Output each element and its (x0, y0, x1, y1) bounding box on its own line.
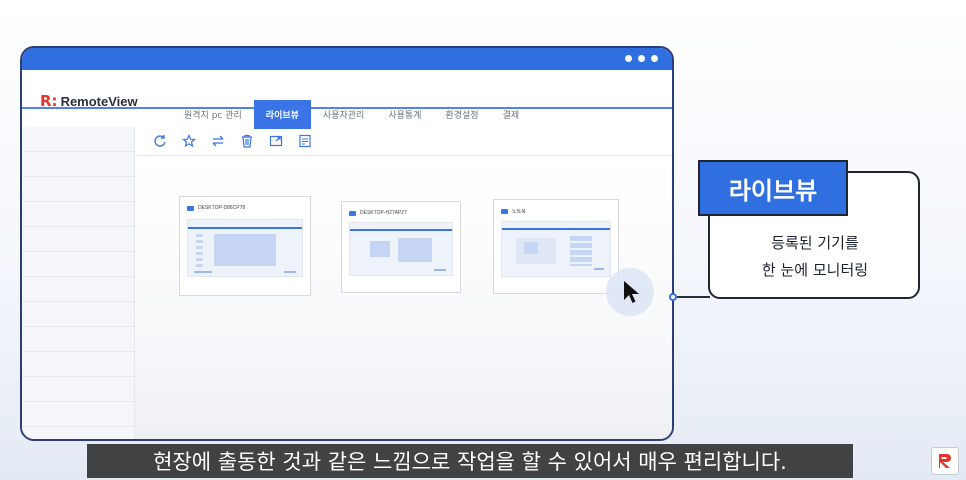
dot-icon (651, 55, 658, 62)
device-name: DESKTOP-D86CP78 (198, 205, 246, 211)
star-icon[interactable] (181, 134, 196, 149)
channel-logo-icon (931, 447, 959, 475)
sidebar-row[interactable] (22, 252, 134, 277)
sidebar-row[interactable] (22, 152, 134, 177)
callout-line-1: 등록된 기기를 (771, 234, 859, 252)
callout-line-2: 한 눈에 모니터링 (761, 261, 869, 279)
liveview-grid: DESKTOP-D86CP78 DESKTOP-H27AP27 노트북 (135, 156, 672, 439)
logo-text: RemoteView (60, 93, 138, 109)
device-card[interactable]: DESKTOP-H27AP27 (341, 201, 461, 293)
main-tabs: 원격지 pc 관리 라이브뷰 사용자관리 사용통계 환경설정 결제 (172, 100, 531, 129)
tab-usage-stats[interactable]: 사용통계 (376, 100, 433, 129)
sidebar-row[interactable] (22, 352, 134, 377)
delete-icon[interactable] (239, 134, 254, 149)
device-screen-preview[interactable] (501, 221, 611, 277)
sidebar-row[interactable] (22, 227, 134, 252)
liveview-toolbar (134, 127, 672, 156)
sidebar-row[interactable] (22, 402, 134, 427)
device-name: 노트북 (512, 208, 526, 215)
callout-title: 라이브뷰 (698, 160, 848, 216)
dot-icon (625, 55, 632, 62)
sidebar-row[interactable] (22, 327, 134, 352)
tab-remote-pc[interactable]: 원격지 pc 관리 (172, 100, 254, 129)
monitor-icon (501, 208, 508, 214)
sidebar-row[interactable] (22, 277, 134, 302)
refresh-icon[interactable] (152, 134, 167, 149)
sidebar-row[interactable] (22, 377, 134, 402)
window-menu-dots[interactable] (625, 55, 658, 62)
tab-settings[interactable]: 환경설정 (433, 100, 490, 129)
app-body: DESKTOP-D86CP78 DESKTOP-H27AP27 노트북 (22, 127, 672, 439)
callout-description: 등록된 기기를 한 눈에 모니터링 (712, 230, 918, 284)
sidebar-row[interactable] (22, 202, 134, 227)
device-card[interactable]: DESKTOP-D86CP78 (179, 196, 311, 296)
expand-icon[interactable] (268, 134, 283, 149)
app-header: R: RemoteView 원격지 pc 관리 라이브뷰 사용자관리 사용통계 … (22, 70, 672, 129)
tab-liveview[interactable]: 라이브뷰 (253, 100, 311, 129)
remoteview-logo[interactable]: R: RemoteView (40, 92, 138, 110)
swap-icon[interactable] (210, 134, 225, 149)
monitor-icon (349, 210, 356, 216)
device-screen-preview[interactable] (187, 219, 303, 277)
dot-icon (638, 55, 645, 62)
callout-anchor-dot (669, 293, 677, 301)
sidebar-row[interactable] (22, 177, 134, 202)
sidebar (22, 127, 135, 439)
video-subtitle: 현장에 출동한 것과 같은 느낌으로 작업을 할 수 있어서 매우 편리합니다. (87, 444, 853, 478)
tab-users[interactable]: 사용자관리 (311, 100, 376, 129)
sidebar-row[interactable] (22, 127, 134, 152)
tab-payment[interactable]: 결제 (491, 100, 532, 129)
device-card[interactable]: 노트북 (493, 199, 619, 294)
device-screen-preview[interactable] (349, 222, 453, 276)
logo-mark: R: (40, 92, 58, 110)
sidebar-row[interactable] (22, 302, 134, 327)
device-name: DESKTOP-H27AP27 (360, 210, 407, 216)
callout-connector (677, 296, 710, 298)
monitor-icon (187, 205, 194, 211)
window-titlebar (22, 48, 672, 70)
memo-icon[interactable] (297, 134, 312, 149)
mouse-cursor-icon (624, 281, 639, 303)
